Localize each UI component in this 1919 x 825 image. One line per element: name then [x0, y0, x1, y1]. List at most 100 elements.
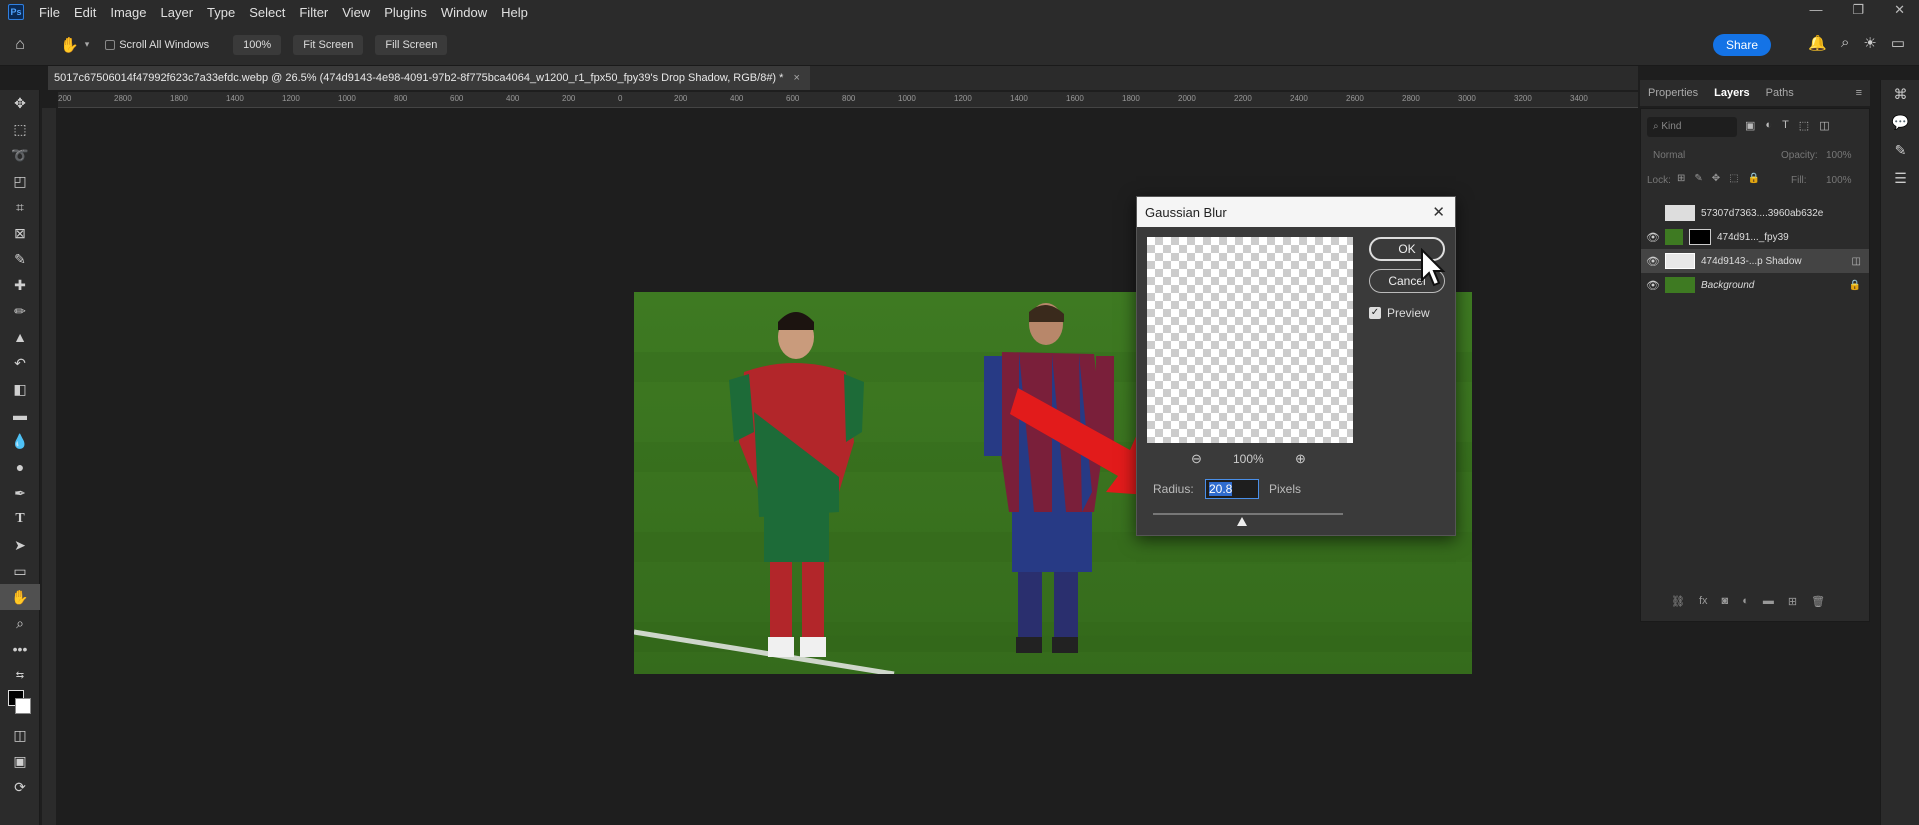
trash-icon[interactable]: 🗑: [1811, 595, 1825, 608]
move-tool-icon[interactable]: ✥: [0, 90, 40, 116]
layer-row[interactable]: 👁 474d9143-...p Shadow ◫: [1641, 249, 1869, 273]
eye-icon[interactable]: 👁: [1641, 255, 1665, 268]
type-filter-icon[interactable]: T: [1782, 119, 1789, 132]
stamp-tool-icon[interactable]: ▲: [0, 324, 40, 350]
workspace-icon[interactable]: ▭: [1891, 34, 1905, 52]
menu-help[interactable]: Help: [494, 5, 535, 20]
layer-filter-input[interactable]: ⌕ Kind: [1647, 117, 1737, 137]
dialog-title-bar[interactable]: Gaussian Blur ✕: [1137, 197, 1455, 227]
layer-row[interactable]: 👁 Background 🔒: [1641, 273, 1869, 297]
brush-tool-icon[interactable]: ✏: [0, 298, 40, 324]
menu-image[interactable]: Image: [103, 5, 153, 20]
blend-mode-select[interactable]: Normal: [1647, 147, 1767, 165]
generate-icon[interactable]: ⟳: [0, 774, 40, 800]
fx-icon[interactable]: fx: [1699, 595, 1708, 608]
dodge-tool-icon[interactable]: ●: [0, 454, 40, 480]
eraser-tool-icon[interactable]: ◧: [0, 376, 40, 402]
dialog-close-icon[interactable]: ✕: [1432, 203, 1445, 221]
document-tab[interactable]: 5017c67506014f47992f623c7a33efdc.webp @ …: [48, 66, 810, 90]
blur-tool-icon[interactable]: 💧: [0, 428, 40, 454]
zoom-100-button[interactable]: 100%: [233, 34, 282, 55]
adjustment-layer-icon[interactable]: ◐: [1742, 595, 1749, 608]
menu-select[interactable]: Select: [242, 5, 292, 20]
hand-tool-active-icon[interactable]: ✋: [0, 584, 40, 610]
fit-screen-button[interactable]: Fit Screen: [293, 34, 364, 55]
add-mask-icon[interactable]: ◙: [1722, 595, 1729, 608]
tab-properties[interactable]: Properties: [1640, 87, 1706, 99]
adjustments-icon[interactable]: ☰: [1881, 164, 1919, 192]
marquee-tool-icon[interactable]: ⬚: [0, 116, 40, 142]
eye-icon[interactable]: 👁: [1641, 231, 1665, 244]
brush-settings-icon[interactable]: ✎: [1881, 136, 1919, 164]
menu-window[interactable]: Window: [434, 5, 494, 20]
group-icon[interactable]: ▬: [1763, 595, 1774, 608]
lock-position-icon[interactable]: ✥: [1712, 173, 1720, 184]
radius-slider-thumb[interactable]: [1237, 517, 1247, 526]
layer-row[interactable]: 👁 474d91..._fpy39: [1641, 225, 1869, 249]
more-tools-icon[interactable]: •••: [0, 636, 40, 662]
lightbulb-icon[interactable]: ☀: [1863, 34, 1876, 52]
panel-menu-icon[interactable]: ≡: [1856, 87, 1862, 99]
pixel-filter-icon[interactable]: ▣: [1745, 119, 1755, 132]
object-select-tool-icon[interactable]: ◰: [0, 168, 40, 194]
link-layers-icon[interactable]: ⛓: [1671, 595, 1685, 608]
minimize-icon[interactable]: —: [1809, 2, 1822, 18]
eyedropper-tool-icon[interactable]: ✎: [0, 246, 40, 272]
learn-icon[interactable]: ⌘: [1881, 80, 1919, 108]
share-button[interactable]: Share: [1712, 34, 1771, 56]
gradient-tool-icon[interactable]: ▬: [0, 402, 40, 428]
zoom-out-icon[interactable]: ⊖: [1191, 451, 1202, 467]
new-layer-icon[interactable]: ⊞: [1788, 595, 1797, 608]
close-window-icon[interactable]: ✕: [1894, 2, 1905, 18]
adjustment-filter-icon[interactable]: ◐: [1765, 119, 1772, 132]
fill-value[interactable]: 100%: [1826, 175, 1852, 186]
zoom-in-icon[interactable]: ⊕: [1295, 451, 1306, 467]
lock-all-icon[interactable]: 🔒: [1748, 173, 1760, 184]
blur-preview-box[interactable]: [1147, 237, 1353, 443]
hand-tool-icon[interactable]: ✋: [60, 36, 79, 54]
menu-type[interactable]: Type: [200, 5, 242, 20]
scroll-all-windows-checkbox[interactable]: [105, 39, 116, 50]
lasso-tool-icon[interactable]: ➰: [0, 142, 40, 168]
close-tab-icon[interactable]: ×: [793, 72, 799, 84]
restore-icon[interactable]: ❐: [1852, 2, 1864, 18]
menu-edit[interactable]: Edit: [67, 5, 103, 20]
menu-filter[interactable]: Filter: [292, 5, 335, 20]
lock-artboard-icon[interactable]: ⬚: [1729, 173, 1738, 184]
comments-icon[interactable]: 💬: [1881, 108, 1919, 136]
smart-object-filter-icon[interactable]: ◫: [1819, 119, 1829, 132]
rectangle-tool-icon[interactable]: ▭: [0, 558, 40, 584]
zoom-tool-icon[interactable]: ⌕: [0, 610, 40, 636]
healing-brush-tool-icon[interactable]: ✚: [0, 272, 40, 298]
lock-pixels-icon[interactable]: ✎: [1694, 173, 1702, 184]
home-icon[interactable]: ⌂: [0, 36, 40, 54]
crop-tool-icon[interactable]: ⌗: [0, 194, 40, 220]
tab-paths[interactable]: Paths: [1758, 87, 1802, 99]
opacity-value[interactable]: 100%: [1826, 150, 1852, 161]
menu-layer[interactable]: Layer: [154, 5, 201, 20]
menu-plugins[interactable]: Plugins: [377, 5, 434, 20]
menu-view[interactable]: View: [335, 5, 377, 20]
pen-tool-icon[interactable]: ✒: [0, 480, 40, 506]
shape-filter-icon[interactable]: ⬚: [1799, 119, 1809, 132]
layer-row[interactable]: 57307d7363....3960ab632e: [1641, 201, 1869, 225]
search-icon[interactable]: ⌕: [1841, 34, 1849, 52]
quick-mask-icon[interactable]: ◫: [0, 722, 40, 748]
menu-file[interactable]: File: [32, 5, 67, 20]
preview-checkbox[interactable]: ✓: [1369, 307, 1381, 319]
history-brush-tool-icon[interactable]: ↶: [0, 350, 40, 376]
bell-icon[interactable]: 🔔: [1808, 34, 1827, 52]
fill-screen-button[interactable]: Fill Screen: [375, 34, 448, 55]
tab-layers[interactable]: Layers: [1706, 87, 1757, 99]
radius-slider-track[interactable]: [1153, 513, 1343, 515]
screen-mode-icon[interactable]: ▣: [0, 748, 40, 774]
type-tool-icon[interactable]: T: [0, 506, 40, 532]
swap-colors-icon[interactable]: ⇆: [0, 662, 40, 688]
lock-transparent-icon[interactable]: ⊞: [1677, 173, 1685, 184]
color-swatches[interactable]: [0, 688, 39, 722]
radius-input[interactable]: 20.8: [1205, 479, 1259, 499]
path-select-tool-icon[interactable]: ➤: [0, 532, 40, 558]
eye-icon[interactable]: 👁: [1641, 279, 1665, 292]
frame-tool-icon[interactable]: ⊠: [0, 220, 40, 246]
chevron-down-icon[interactable]: ▾: [85, 39, 90, 50]
